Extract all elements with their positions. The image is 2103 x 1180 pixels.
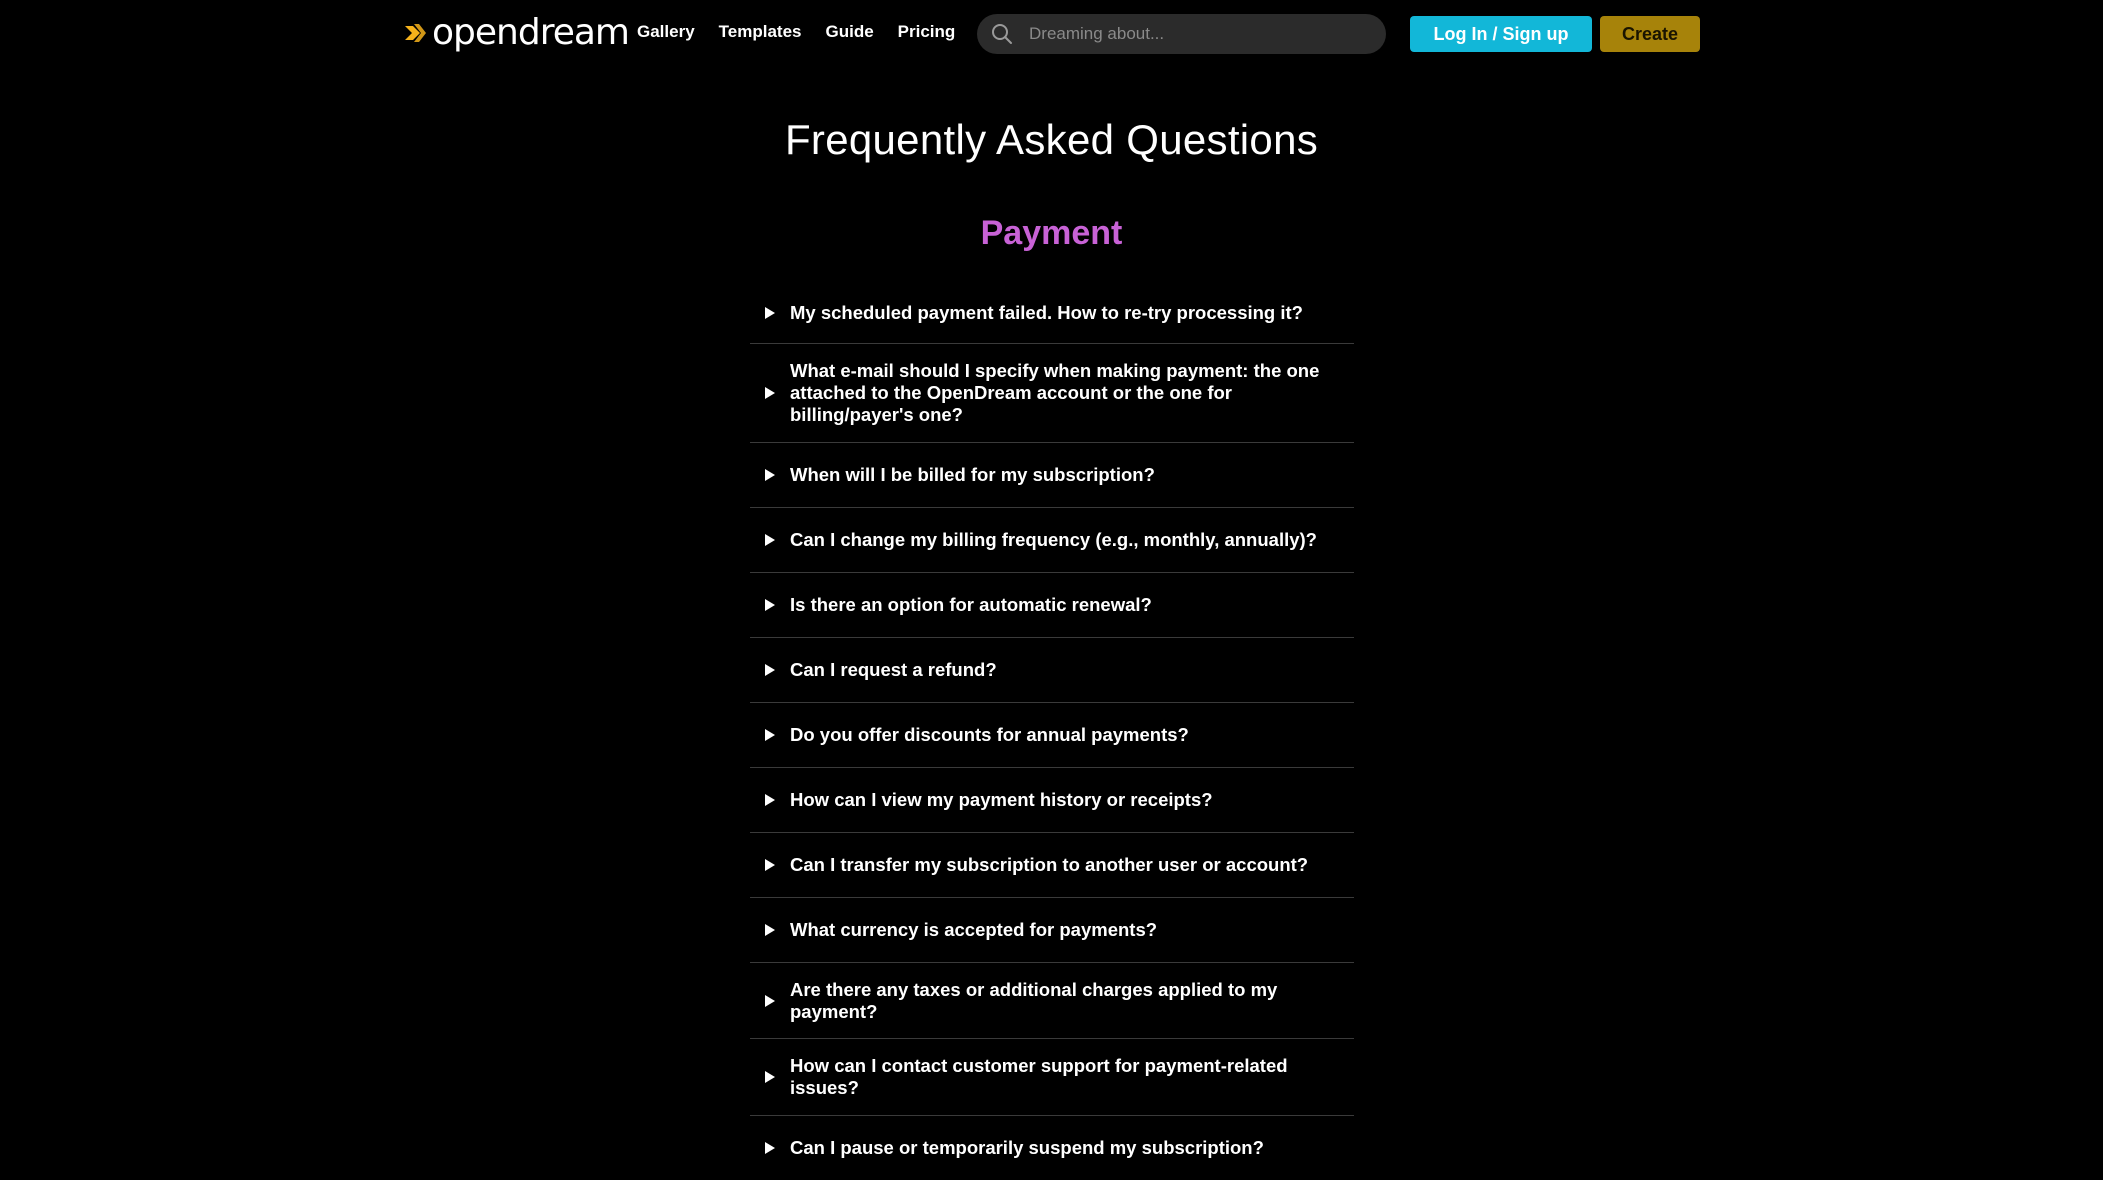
faq-question: When will I be billed for my subscriptio… — [790, 464, 1155, 485]
faq-question: My scheduled payment failed. How to re-t… — [790, 301, 1303, 323]
search-input[interactable] — [1027, 23, 1347, 45]
faq-item[interactable]: What currency is accepted for payments? — [750, 898, 1354, 963]
expand-arrow-icon — [750, 468, 790, 482]
faq-item[interactable]: Can I request a refund? — [750, 638, 1354, 703]
nav-pricing[interactable]: Pricing — [898, 22, 956, 42]
nav-gallery[interactable]: Gallery — [637, 22, 695, 42]
logo-icon — [402, 20, 428, 46]
expand-arrow-icon — [750, 923, 790, 937]
faq-item[interactable]: Can I transfer my subscription to anothe… — [750, 833, 1354, 898]
logo-text: opendream — [432, 12, 630, 53]
faq-item[interactable]: How can I view my payment history or rec… — [750, 768, 1354, 833]
search-icon — [991, 23, 1013, 45]
expand-arrow-icon — [750, 533, 790, 547]
main-nav: Gallery Templates Guide Pricing — [637, 22, 979, 42]
faq-question: Can I request a refund? — [790, 659, 997, 680]
expand-arrow-icon — [750, 728, 790, 742]
faq-item[interactable]: Can I pause or temporarily suspend my su… — [750, 1116, 1354, 1180]
expand-arrow-icon — [750, 306, 790, 320]
faq-question: Is there an option for automatic renewal… — [790, 594, 1152, 615]
faq-item[interactable]: When will I be billed for my subscriptio… — [750, 443, 1354, 508]
faq-question: Do you offer discounts for annual paymen… — [790, 724, 1189, 745]
expand-arrow-icon — [750, 386, 790, 400]
expand-arrow-icon — [750, 663, 790, 677]
faq-question: Can I transfer my subscription to anothe… — [790, 854, 1309, 875]
expand-arrow-icon — [750, 994, 790, 1008]
expand-arrow-icon — [750, 793, 790, 807]
expand-arrow-icon — [750, 1070, 790, 1084]
nav-guide[interactable]: Guide — [825, 22, 873, 42]
search-bar[interactable] — [977, 14, 1386, 54]
faq-question: What e-mail should I specify when making… — [790, 360, 1320, 425]
faq-question: Can I change my billing frequency (e.g.,… — [790, 529, 1317, 550]
faq-question: Are there any taxes or additional charge… — [790, 978, 1278, 1022]
create-button[interactable]: Create — [1600, 16, 1700, 52]
nav-templates[interactable]: Templates — [719, 22, 802, 42]
faq-question: What currency is accepted for payments? — [790, 919, 1158, 940]
faq-question: Can I pause or temporarily suspend my su… — [790, 1137, 1264, 1158]
faq-list: My scheduled payment failed. How to re-t… — [750, 282, 1354, 1180]
section-title-payment: Payment — [980, 214, 1123, 252]
faq-item[interactable]: Is there an option for automatic renewal… — [750, 573, 1354, 638]
faq-question: How can I view my payment history or rec… — [790, 789, 1213, 810]
top-navigation: opendream Gallery Templates Guide Pricin… — [0, 0, 2103, 66]
faq-item[interactable]: My scheduled payment failed. How to re-t… — [750, 282, 1354, 344]
logo[interactable]: opendream — [402, 12, 630, 54]
faq-item[interactable]: How can I contact customer support for p… — [750, 1039, 1354, 1116]
expand-arrow-icon — [750, 858, 790, 872]
login-signup-button[interactable]: Log In / Sign up — [1410, 16, 1592, 52]
expand-arrow-icon — [750, 1141, 790, 1155]
faq-question: How can I contact customer support for p… — [790, 1055, 1288, 1098]
faq-item[interactable]: Do you offer discounts for annual paymen… — [750, 703, 1354, 768]
expand-arrow-icon — [750, 598, 790, 612]
faq-item[interactable]: What e-mail should I specify when making… — [750, 344, 1354, 443]
faq-item[interactable]: Are there any taxes or additional charge… — [750, 963, 1354, 1039]
faq-item[interactable]: Can I change my billing frequency (e.g.,… — [750, 508, 1354, 573]
page-title: Frequently Asked Questions — [784, 116, 1319, 163]
